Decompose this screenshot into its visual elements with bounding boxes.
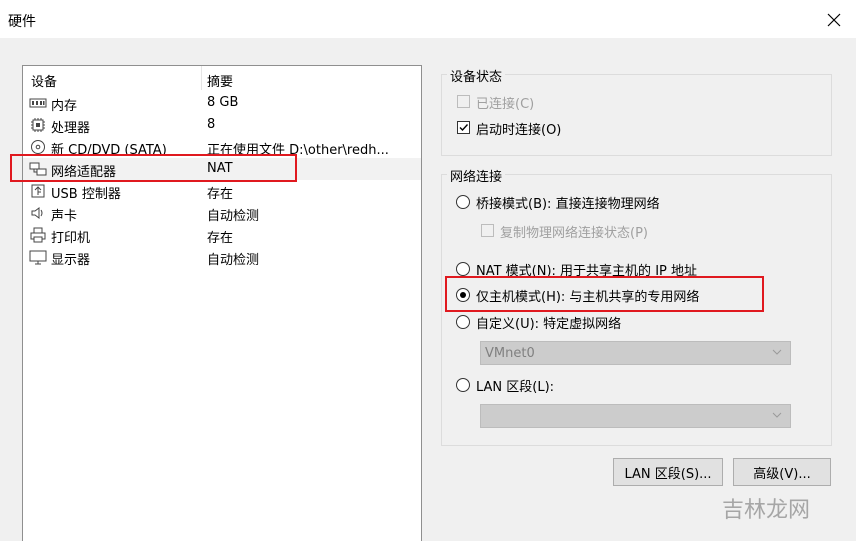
device-row-display[interactable]: 显示器 自动检测	[23, 246, 421, 268]
device-row-memory[interactable]: 内存 8 GB	[23, 92, 421, 114]
device-list[interactable]: 设备 摘要 内存 8 GB 处理器 8 新 CD/DVD (SATA) 正在使用…	[22, 65, 422, 541]
device-name: 处理器	[51, 121, 91, 136]
connected-label: 已连接(C)	[476, 97, 535, 112]
device-summary: 8 GB	[207, 95, 239, 110]
column-header-device[interactable]: 设备	[31, 71, 57, 90]
window-title: 硬件	[8, 14, 36, 30]
column-header-summary[interactable]: 摘要	[207, 71, 233, 90]
connected-checkbox[interactable]	[457, 95, 470, 108]
custom-network-select[interactable]: VMnet0	[480, 341, 791, 365]
network-connection-title: 网络连接	[447, 166, 506, 185]
advanced-button-label: 高级(V)...	[753, 466, 811, 482]
device-row-printer[interactable]: 打印机 存在	[23, 224, 421, 246]
highlight-box-network-adapter	[10, 154, 297, 182]
lan-segment-select[interactable]	[480, 404, 791, 428]
check-icon	[459, 124, 469, 132]
list-header: 设备 摘要	[23, 66, 421, 90]
device-summary: 存在	[207, 187, 234, 202]
advanced-button[interactable]: 高级(V)...	[733, 458, 831, 486]
device-summary: 自动检测	[207, 253, 260, 268]
close-button[interactable]	[820, 6, 848, 34]
replicate-label: 复制物理网络连接状态(P)	[500, 226, 648, 241]
device-name: 打印机	[51, 231, 91, 246]
device-summary: 存在	[207, 231, 234, 246]
cpu-icon	[31, 118, 45, 132]
device-summary: 8	[207, 117, 216, 132]
device-row-sound[interactable]: 声卡 自动检测	[23, 202, 421, 224]
device-row-usb[interactable]: USB 控制器 存在	[23, 180, 421, 202]
sound-icon	[31, 207, 43, 219]
display-icon	[29, 250, 47, 265]
connect-at-poweron-label: 启动时连接(O)	[476, 123, 562, 138]
device-row-processor[interactable]: 处理器 8	[23, 114, 421, 136]
chevron-down-icon	[772, 349, 782, 355]
device-summary: 自动检测	[207, 209, 260, 224]
device-name: USB 控制器	[51, 187, 121, 202]
device-name: 显示器	[51, 253, 91, 268]
custom-label: 自定义(U): 特定虚拟网络	[476, 317, 622, 332]
lan-segments-button-label: LAN 区段(S)...	[624, 466, 712, 482]
cd-icon	[31, 140, 45, 154]
bridged-radio[interactable]	[456, 195, 470, 209]
custom-radio[interactable]	[456, 315, 470, 329]
close-icon	[827, 13, 841, 27]
lan-segment-radio[interactable]	[456, 378, 470, 392]
device-name: 声卡	[51, 209, 78, 224]
memory-icon	[29, 98, 47, 108]
usb-icon	[31, 184, 45, 198]
lan-segment-label: LAN 区段(L):	[476, 380, 555, 395]
replicate-checkbox[interactable]	[481, 224, 494, 237]
title-bar: 硬件	[0, 0, 856, 38]
chevron-down-icon	[772, 412, 782, 418]
printer-icon	[30, 227, 46, 243]
highlight-box-hostonly	[445, 276, 764, 312]
connect-at-poweron-checkbox[interactable]	[457, 121, 470, 134]
column-separator[interactable]	[201, 66, 202, 90]
custom-network-value: VMnet0	[485, 346, 535, 361]
device-status-group	[441, 74, 832, 156]
device-name: 内存	[51, 99, 78, 114]
bridged-label: 桥接模式(B): 直接连接物理网络	[476, 197, 660, 212]
device-status-title: 设备状态	[447, 66, 506, 85]
watermark-text: 吉林龙网	[722, 498, 811, 523]
lan-segments-button[interactable]: LAN 区段(S)...	[613, 458, 723, 486]
nat-radio[interactable]	[456, 262, 470, 276]
